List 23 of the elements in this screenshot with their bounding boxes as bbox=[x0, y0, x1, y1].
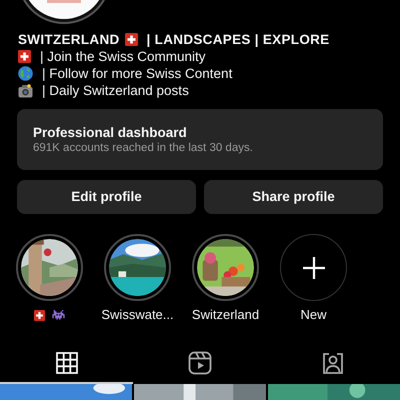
tagged-person-icon bbox=[321, 351, 346, 375]
dashboard-subtitle: 691K accounts reached in the last 30 days. bbox=[33, 141, 254, 156]
space-invader-icon bbox=[50, 308, 66, 322]
swiss-flag-icon bbox=[34, 310, 44, 320]
highlight-label: New bbox=[300, 307, 326, 323]
highlight-label: Swisswate... bbox=[101, 307, 174, 323]
swiss-flag-icon bbox=[124, 33, 138, 46]
reels-icon bbox=[188, 351, 212, 375]
highlight-label: Switzerland bbox=[192, 307, 260, 323]
profile-name: SWITZERLAND bbox=[18, 31, 120, 48]
bio-text: | Daily Switzerland posts bbox=[42, 82, 189, 99]
bio-text: | Join the Swiss Community bbox=[40, 48, 206, 65]
camera-icon bbox=[18, 84, 33, 98]
swiss-flag-icon bbox=[18, 50, 31, 63]
globe-icon bbox=[18, 66, 33, 81]
edit-profile-button[interactable]: Edit profile bbox=[17, 180, 196, 214]
professional-dashboard-card[interactable]: Professional dashboard 691K accounts reached in the last 30 days. bbox=[17, 109, 383, 170]
bio-text: | Follow for more Swiss Content bbox=[42, 65, 232, 82]
share-profile-button[interactable]: Share profile bbox=[204, 180, 383, 214]
plus-icon bbox=[302, 256, 326, 280]
dashboard-title: Professional dashboard bbox=[33, 125, 188, 141]
grid-icon bbox=[56, 352, 78, 374]
profile-tagline: | LANDSCAPES | EXPLORE bbox=[146, 31, 330, 48]
